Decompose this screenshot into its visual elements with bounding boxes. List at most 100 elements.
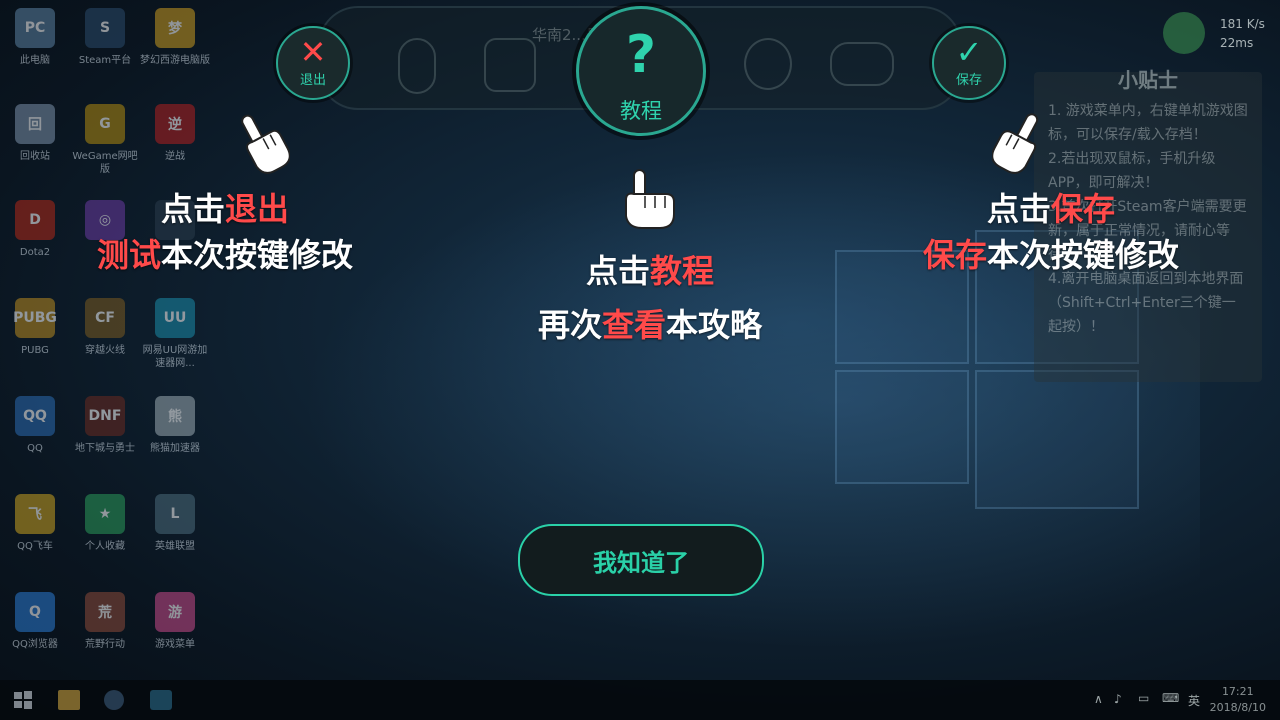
desktop-icon-label: 荒野行动 [85, 639, 125, 650]
desktop-icon-label: 英雄联盟 [155, 541, 195, 552]
desktop-icon[interactable]: DNF 地下城与勇士 [70, 396, 140, 455]
tips-title: 小贴士 [1118, 68, 1178, 92]
tip-line: 1. 游戏菜单内，右键单机游戏图标，可以保存/载入存档！ [1048, 103, 1248, 143]
desktop-icon-image: S [85, 8, 125, 48]
pointing-hand-icon [625, 169, 675, 229]
close-icon: ✕ [299, 33, 327, 71]
desktop-icon-label: PUBG [21, 345, 49, 356]
question-icon: ? [625, 25, 657, 85]
tutorial-guide-line1: 点击教程 [490, 248, 810, 294]
guide-text: 点击 [585, 252, 650, 290]
check-icon: ✓ [955, 33, 983, 71]
desktop-icon-label: 地下城与勇士 [75, 443, 135, 454]
desktop-icon-label: QQ飞车 [17, 541, 53, 552]
save-button[interactable]: ✓ 保存 [932, 26, 1006, 100]
tutorial-button[interactable]: ? 教程 [576, 6, 706, 136]
keyboard-tray-icon[interactable]: ⌨ [1162, 691, 1179, 705]
guide-text: 本攻略 [666, 306, 763, 344]
network-speed: 181 K/s [1220, 17, 1265, 31]
save-guide-line1: 点击保存 [896, 186, 1206, 232]
network-latency: 22ms [1220, 36, 1254, 50]
guide-highlight: 测试 [96, 236, 161, 274]
windows-start-icon[interactable] [12, 690, 34, 710]
network-status-icon [1163, 12, 1205, 54]
desktop-icon-image: PC [15, 8, 55, 48]
desktop-icon-image: D [15, 200, 55, 240]
pointing-hand-icon [241, 114, 290, 174]
desktop-icon-label: Steam平台 [78, 55, 132, 66]
desktop-icon[interactable]: 飞 QQ飞车 [0, 494, 70, 553]
desktop-icon[interactable]: G WeGame网吧版 [70, 104, 140, 176]
guide-highlight: 退出 [225, 190, 290, 228]
desktop-icon[interactable]: CF 穿越火线 [70, 298, 140, 357]
desktop-icon[interactable]: QQ QQ [0, 396, 70, 455]
desktop-icon-label: 回收站 [20, 151, 50, 162]
save-label: 保存 [955, 73, 982, 88]
exit-button[interactable]: ✕ 退出 [276, 26, 350, 100]
desktop-icon-label: 游戏菜单 [155, 639, 195, 650]
desktop-icon-image: DNF [85, 396, 125, 436]
desktop-icon-label: 穿越火线 [85, 345, 125, 356]
save-guide-line2: 保存本次按键修改 [896, 232, 1206, 278]
guide-text: 本次按键修改 [987, 236, 1180, 274]
desktop-icon-image: QQ [15, 396, 55, 436]
desktop-icon[interactable]: PC 此电脑 [0, 8, 70, 67]
file-explorer-icon[interactable] [58, 690, 80, 710]
guide-highlight: 保存 [922, 236, 987, 274]
desktop-icon-image: ★ [85, 494, 125, 534]
mouse-icon [398, 38, 436, 94]
tutorial-guide-text: 点击教程 再次查看本攻略 [490, 248, 810, 348]
desktop-icon[interactable]: 回回收站 [0, 104, 70, 163]
desktop-icon-label: 梦幻西游电脑版 [140, 55, 210, 66]
guide-highlight: 教程 [650, 252, 715, 290]
desktop-icon-image: G [85, 104, 125, 144]
desktop-icon-label: 网易UU网游加速器网... [142, 345, 208, 369]
desktop-icon[interactable]: 逆逆战 [140, 104, 210, 163]
got-it-button[interactable]: 我知道了 [518, 524, 764, 596]
desktop-icon[interactable]: 熊熊猫加速器 [140, 396, 210, 455]
desktop-icon-image: Q [15, 592, 55, 632]
tray-chevron-icon[interactable]: ∧ [1094, 692, 1103, 706]
desktop-icon-label: 个人收藏 [85, 541, 125, 552]
steam-taskbar-icon[interactable] [104, 690, 124, 710]
gamepad-icon [830, 42, 894, 86]
desktop-icon-image: UU [155, 298, 195, 338]
save-guide-text: 点击保存 保存本次按键修改 [896, 186, 1206, 278]
desktop-icon[interactable]: D Dota2 [0, 200, 70, 259]
desktop-icon-label: 逆战 [165, 151, 185, 162]
desktop-icon-label: QQ浏览器 [12, 639, 58, 650]
desktop-icon[interactable]: 荒荒野行动 [70, 592, 140, 651]
desktop-icon-image: 飞 [15, 494, 55, 534]
desktop-icon-label: QQ [27, 443, 43, 454]
taskbar-clock[interactable]: 17:21 2018/8/10 [1210, 684, 1266, 716]
desktop-icon[interactable]: 游游戏菜单 [140, 592, 210, 651]
desktop-icon[interactable]: ★ 个人收藏 [70, 494, 140, 553]
desktop-icon-image: 游 [155, 592, 195, 632]
desktop-icon-label: Dota2 [19, 247, 51, 258]
guide-text: 本次按键修改 [161, 236, 354, 274]
desktop-icon[interactable]: PUBG PUBG [0, 298, 70, 357]
desktop-icon[interactable]: UU 网易UU网游加速器网... [140, 298, 210, 370]
desktop-icon-image: PUBG [13, 298, 57, 338]
tutorial-guide-line2: 再次查看本攻略 [490, 302, 810, 348]
ime-indicator[interactable]: 英 [1188, 692, 1200, 709]
guide-text: 再次 [537, 306, 602, 344]
guide-text: 点击 [160, 190, 225, 228]
clock-date: 2018/8/10 [1209, 701, 1266, 714]
tutorial-label: 教程 [620, 99, 662, 123]
desktop-icon-image: 梦 [155, 8, 195, 48]
game-taskbar-icon[interactable] [150, 690, 172, 710]
clock-time: 17:21 [1221, 685, 1254, 698]
keyboard-key-icon [484, 38, 536, 92]
desktop-icon-image: 回 [15, 104, 55, 144]
desktop-icon[interactable]: L 英雄联盟 [140, 494, 210, 553]
guide-highlight: 保存 [1051, 190, 1116, 228]
desktop-icon[interactable]: 梦梦幻西游电脑版 [140, 8, 210, 67]
desktop-icon[interactable]: Q QQ浏览器 [0, 592, 70, 651]
desktop-icon[interactable]: S Steam平台 [70, 8, 140, 67]
desktop-icon-image: 逆 [155, 104, 195, 144]
network-stats: 181 K/s 22ms [1220, 15, 1265, 53]
desktop-icon-image: CF [85, 298, 125, 338]
volume-icon[interactable]: ♪ [1114, 692, 1122, 706]
network-tray-icon[interactable]: ▭ [1138, 691, 1149, 705]
